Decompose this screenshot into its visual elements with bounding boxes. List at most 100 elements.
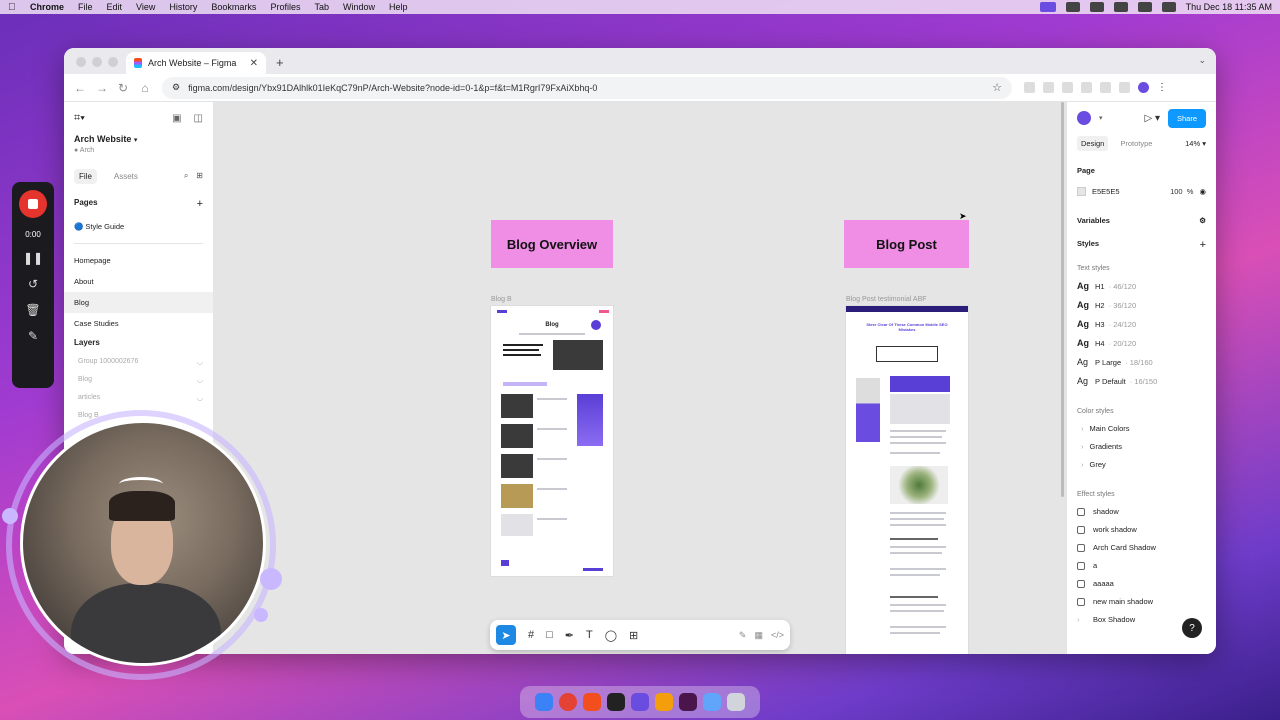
text-style-row[interactable]: Ag H1 · 46/120: [1067, 281, 1216, 291]
menu-window[interactable]: Window: [343, 2, 375, 12]
extension-icon[interactable]: [1081, 82, 1092, 93]
design-canvas[interactable]: Blog Overview Blog Post Blog B Blog Post…: [214, 102, 1066, 654]
browser-tab-active[interactable]: Arch Website – Figma ✕: [126, 52, 266, 74]
close-window-icon[interactable]: [76, 57, 86, 67]
app-icon[interactable]: [631, 693, 649, 711]
extension-icon[interactable]: [1024, 82, 1035, 93]
zoom-dropdown[interactable]: 14% ▾: [1185, 139, 1206, 148]
actions-icon[interactable]: ⊞: [629, 629, 638, 642]
page-item-blog[interactable]: Blog: [64, 292, 213, 313]
design-mode-icon[interactable]: ▦: [754, 630, 763, 641]
ui3-toggle-icon[interactable]: ▣: [172, 113, 181, 124]
tab-assets[interactable]: Assets: [109, 169, 143, 184]
apple-icon[interactable]: : [8, 2, 18, 13]
pause-icon[interactable]: ❚❚: [23, 251, 43, 265]
forward-icon[interactable]: →: [96, 81, 108, 95]
libraries-icon[interactable]: ⊞: [196, 171, 203, 181]
profile-avatar[interactable]: [1138, 82, 1149, 93]
extension-icon[interactable]: [1043, 82, 1054, 93]
zoom-window-icon[interactable]: [108, 57, 118, 67]
variables-settings-icon[interactable]: ⚙: [1199, 216, 1206, 225]
color-style-group[interactable]: › Grey: [1067, 460, 1216, 469]
control-center-icon[interactable]: [1161, 2, 1176, 12]
move-tool-icon[interactable]: ➤: [496, 625, 516, 645]
slack-icon[interactable]: [679, 693, 697, 711]
minimize-window-icon[interactable]: [92, 57, 102, 67]
tab-search-chevron-icon[interactable]: ⌄: [1198, 55, 1206, 66]
folder-icon[interactable]: [703, 693, 721, 711]
page-item-about[interactable]: About: [64, 271, 213, 292]
menu-history[interactable]: History: [169, 2, 197, 12]
help-button[interactable]: ?: [1182, 618, 1202, 638]
effect-style-row[interactable]: aaaaa: [1067, 579, 1216, 588]
frame-tool-icon[interactable]: #: [528, 629, 534, 641]
new-tab-icon[interactable]: +: [276, 55, 284, 70]
bookmark-star-icon[interactable]: ☆: [992, 81, 1002, 94]
restart-icon[interactable]: ↺: [28, 277, 38, 291]
bluetooth-icon[interactable]: [1137, 2, 1152, 12]
present-play-icon[interactable]: ▷ ▾: [1144, 113, 1160, 124]
figma-app-icon[interactable]: [583, 693, 601, 711]
tab-prototype[interactable]: Prototype: [1120, 139, 1152, 148]
figma-menu-icon[interactable]: ⌗▾: [74, 112, 85, 125]
effect-style-row[interactable]: shadow: [1067, 507, 1216, 516]
layer-row[interactable]: articles ◡: [64, 389, 213, 407]
draw-mode-icon[interactable]: ✎: [739, 630, 747, 641]
user-avatar[interactable]: [1077, 111, 1091, 125]
url-text[interactable]: figma.com/design/Ybx91DAlhlk01IeKqC79nP/…: [188, 83, 597, 93]
address-bar[interactable]: ⚙ figma.com/design/Ybx91DAlhlk01IeKqC79n…: [162, 76, 1012, 99]
text-tool-icon[interactable]: T: [586, 629, 593, 641]
menu-tab[interactable]: Tab: [314, 2, 329, 12]
close-tab-icon[interactable]: ✕: [250, 58, 258, 69]
frame-label-blog-b[interactable]: Blog B: [491, 296, 512, 303]
site-info-icon[interactable]: ⚙: [172, 82, 180, 93]
layer-row[interactable]: Blog ◡: [64, 371, 213, 389]
screen-record-icon[interactable]: [1039, 2, 1056, 12]
chrome-icon[interactable]: [559, 693, 577, 711]
visibility-eye-icon[interactable]: ◉: [1199, 187, 1206, 196]
comment-tool-icon[interactable]: ◯: [605, 629, 617, 642]
share-button[interactable]: Share: [1167, 108, 1206, 128]
app-status-icon[interactable]: [1065, 2, 1080, 12]
tab-design[interactable]: Design: [1077, 135, 1109, 151]
visibility-icon[interactable]: ◡: [197, 358, 203, 366]
text-style-row[interactable]: Ag H2 · 36/120: [1067, 300, 1216, 310]
extension-icon[interactable]: [1100, 82, 1111, 93]
page-item-case-studies[interactable]: Case Studies: [64, 313, 213, 334]
trash-icon[interactable]: 🗑: [25, 303, 40, 317]
menu-profiles[interactable]: Profiles: [270, 2, 300, 12]
menu-bookmarks[interactable]: Bookmarks: [211, 2, 256, 12]
menu-help[interactable]: Help: [389, 2, 408, 12]
app-icon[interactable]: [655, 693, 673, 711]
menu-file[interactable]: File: [78, 2, 93, 12]
frame-blog-overview[interactable]: Blog: [491, 306, 613, 576]
effect-style-row[interactable]: new main shadow: [1067, 597, 1216, 606]
visibility-icon[interactable]: ◡: [197, 376, 203, 384]
reload-icon[interactable]: ↻: [118, 81, 128, 95]
tab-file[interactable]: File: [74, 168, 97, 184]
extensions-puzzle-icon[interactable]: [1119, 82, 1130, 93]
wifi-icon[interactable]: [1113, 2, 1128, 12]
frame-blog-post[interactable]: Steer Clear Of These Common Mobile SEO M…: [846, 306, 968, 654]
avatar-chevron-icon[interactable]: ▾: [1099, 114, 1103, 122]
section-title-blog-post[interactable]: Blog Post: [844, 220, 969, 268]
layer-row[interactable]: Group 1000002676 ◡: [64, 353, 213, 371]
sidebar-toggle-icon[interactable]: ◫: [194, 113, 203, 124]
page-item-homepage[interactable]: Homepage: [64, 250, 213, 271]
extension-icon[interactable]: [1062, 82, 1073, 93]
text-style-row[interactable]: Ag P Default · 16/150: [1067, 376, 1216, 386]
menu-app-name[interactable]: Chrome: [30, 2, 64, 12]
visibility-icon[interactable]: ◡: [197, 394, 203, 402]
frame-label-blog-post[interactable]: Blog Post testimonial ABF: [846, 296, 927, 303]
effect-style-row[interactable]: Arch Card Shadow: [1067, 543, 1216, 552]
add-page-icon[interactable]: +: [197, 198, 203, 210]
team-name[interactable]: ● Arch: [74, 147, 203, 154]
page-color-swatch[interactable]: [1077, 187, 1086, 196]
add-style-icon[interactable]: +: [1200, 239, 1206, 251]
section-title-blog-overview[interactable]: Blog Overview: [491, 220, 613, 268]
search-icon[interactable]: ⌕: [184, 171, 188, 181]
effect-style-row[interactable]: work shadow: [1067, 525, 1216, 534]
effect-style-row[interactable]: a: [1067, 561, 1216, 570]
rectangle-tool-icon[interactable]: □: [546, 629, 553, 641]
menu-edit[interactable]: Edit: [107, 2, 123, 12]
